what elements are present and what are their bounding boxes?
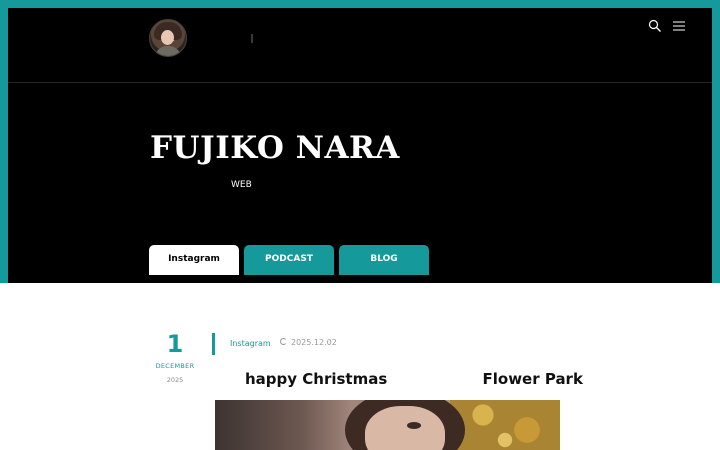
hamburger-menu-icon[interactable] bbox=[672, 18, 686, 32]
thumbnail-foliage bbox=[450, 400, 560, 450]
site-name[interactable]: ｜ bbox=[200, 32, 305, 45]
thumbnail-eye bbox=[407, 422, 421, 429]
post-updated-date: 2025.12.02 bbox=[291, 338, 337, 347]
avatar[interactable] bbox=[149, 19, 187, 57]
tab-instagram[interactable]: Instagram bbox=[149, 245, 239, 275]
post-category-link[interactable]: Instagram bbox=[230, 339, 271, 348]
tab-blog[interactable]: BLOG bbox=[339, 245, 429, 275]
post-title[interactable]: happy Christmas Flower Park bbox=[215, 368, 613, 389]
hero-title: FUJIKO NARA bbox=[150, 130, 400, 166]
post-meta-accent-bar bbox=[212, 333, 215, 355]
header-divider bbox=[8, 82, 712, 83]
avatar-body bbox=[155, 46, 181, 56]
post-date-month: DECEMBER bbox=[155, 362, 195, 370]
hero-subtitle: WEB bbox=[150, 180, 297, 190]
post-thumbnail[interactable] bbox=[215, 400, 560, 450]
post-date-year: 2025 bbox=[166, 376, 184, 384]
post-updated: 2025.12.02 bbox=[280, 338, 337, 350]
avatar-face bbox=[161, 30, 174, 45]
tab-podcast[interactable]: PODCAST bbox=[244, 245, 334, 275]
search-icon[interactable] bbox=[648, 18, 662, 32]
refresh-icon bbox=[280, 338, 287, 345]
post-date: 1 DECEMBER 2025 bbox=[150, 330, 200, 384]
post-date-day: 1 bbox=[166, 330, 184, 358]
thumbnail-face bbox=[365, 406, 445, 450]
